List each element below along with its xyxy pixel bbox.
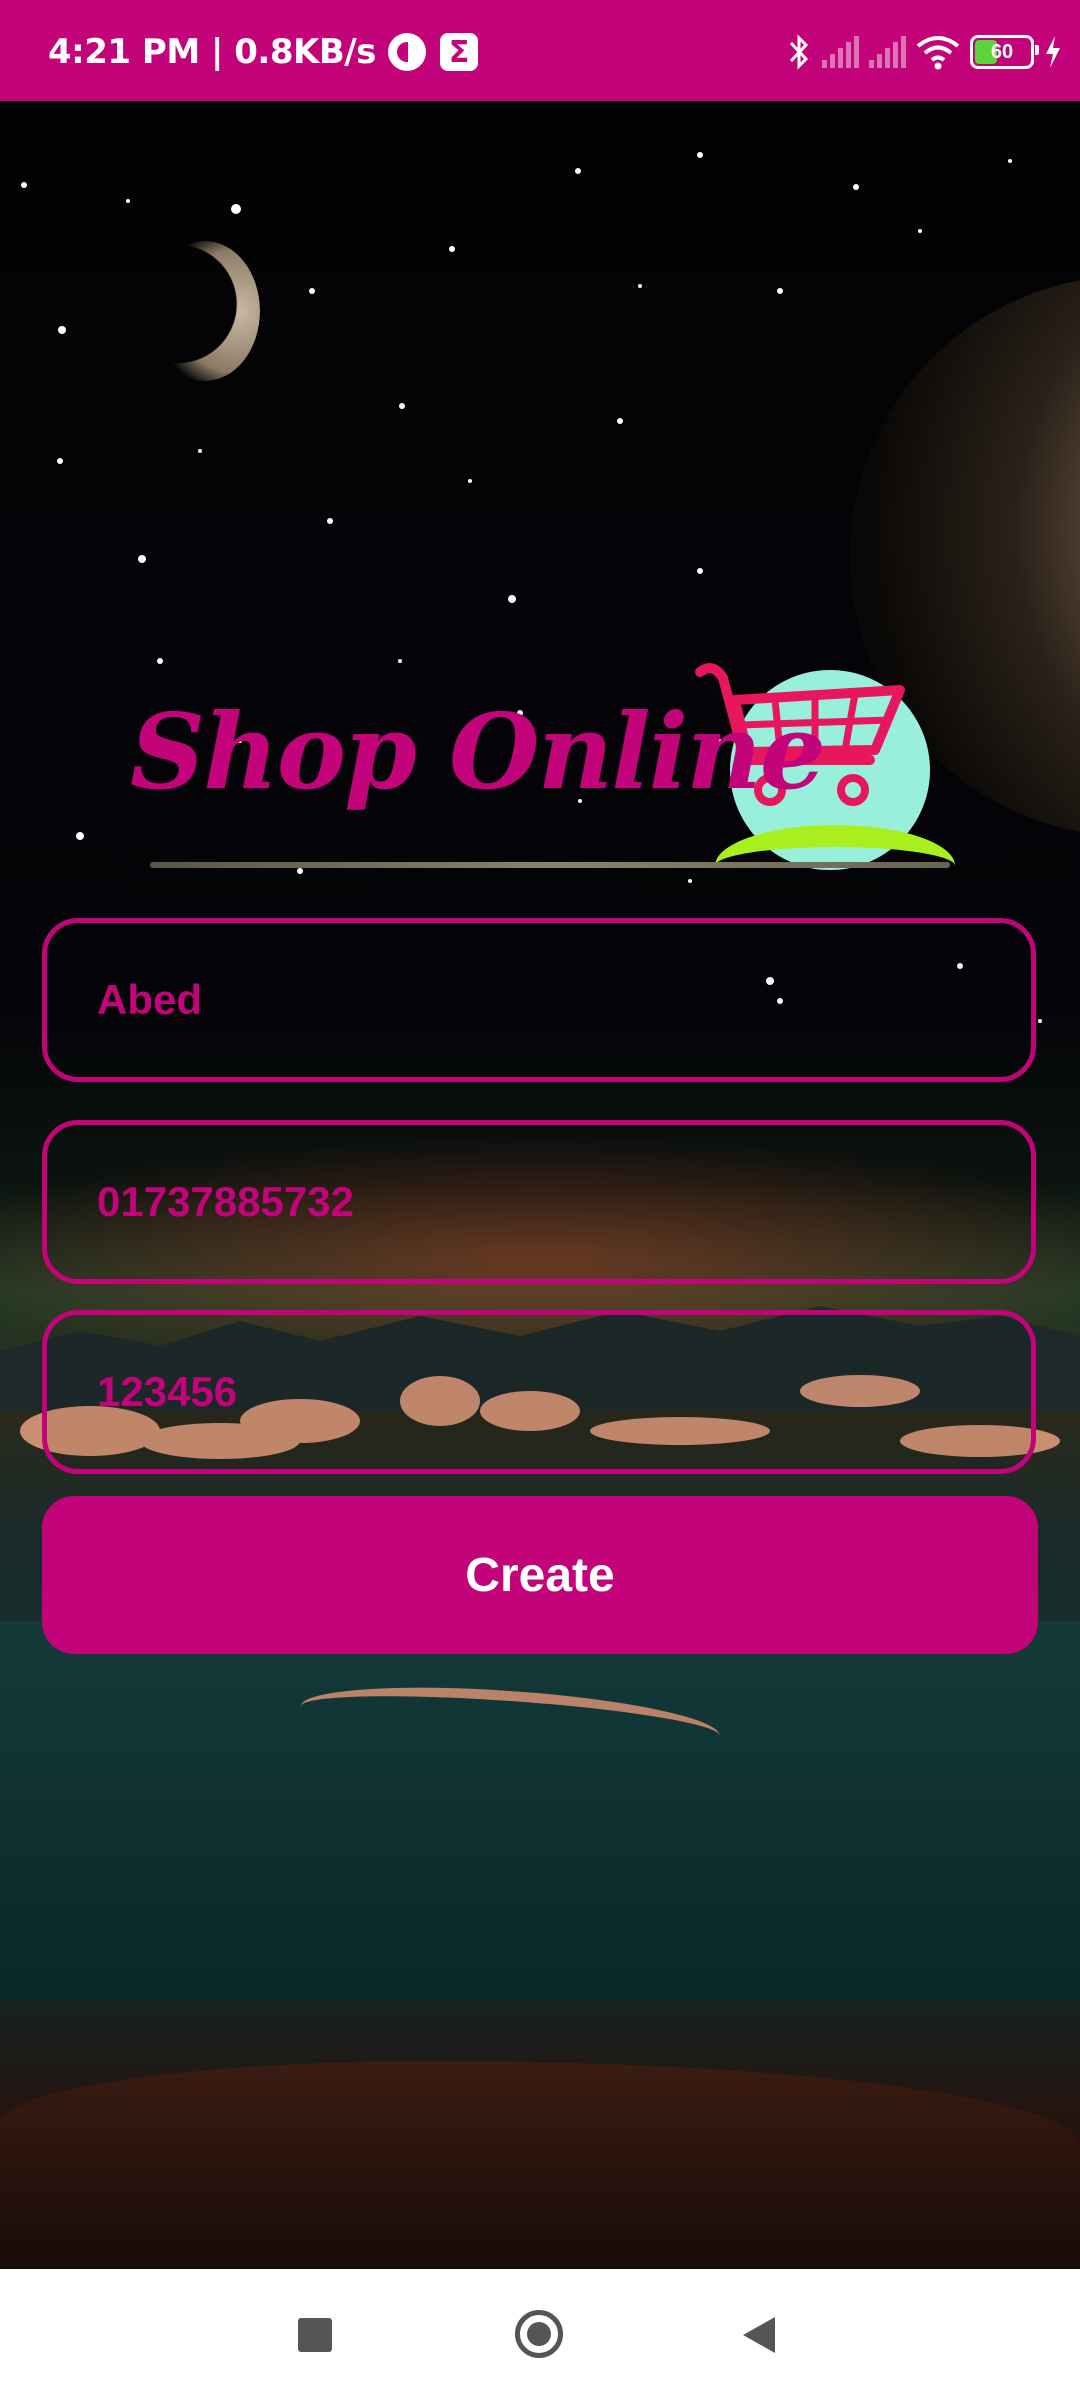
app-logo: Shop Online (130, 650, 970, 880)
create-button[interactable]: Create (42, 1496, 1038, 1654)
logo-underline (150, 862, 950, 868)
signal-icon (822, 36, 859, 68)
bluetooth-icon (789, 34, 809, 70)
vpn-icon (387, 33, 426, 71)
password-input[interactable] (97, 1368, 1031, 1416)
name-input[interactable] (97, 976, 1031, 1024)
battery-icon: 60 (970, 35, 1039, 69)
status-time-speed: 4:21 PM | 0.8KB/s (48, 32, 376, 72)
battery-level: 60 (990, 40, 1014, 63)
sigma-app-icon: Σ (439, 33, 478, 71)
back-icon[interactable] (743, 2317, 775, 2353)
status-right: 60 (786, 30, 1062, 74)
signal-icon (869, 36, 906, 68)
status-bar: 4:21 PM | 0.8KB/s Σ 60 (0, 0, 1080, 101)
lake (0, 1621, 1080, 2001)
foreground-rocks (0, 2061, 1080, 2269)
crescent-moon (150, 241, 260, 381)
phone-field[interactable] (42, 1120, 1036, 1284)
home-icon[interactable] (515, 2310, 563, 2358)
password-field[interactable] (42, 1310, 1036, 1474)
logo-title: Shop Online (130, 690, 826, 813)
charging-icon (1046, 36, 1060, 68)
status-left: 4:21 PM | 0.8KB/s Σ (48, 28, 478, 76)
phone-input[interactable] (97, 1178, 1031, 1226)
name-field[interactable] (42, 918, 1036, 1082)
recents-icon[interactable] (298, 2318, 332, 2352)
wifi-icon (916, 36, 960, 70)
